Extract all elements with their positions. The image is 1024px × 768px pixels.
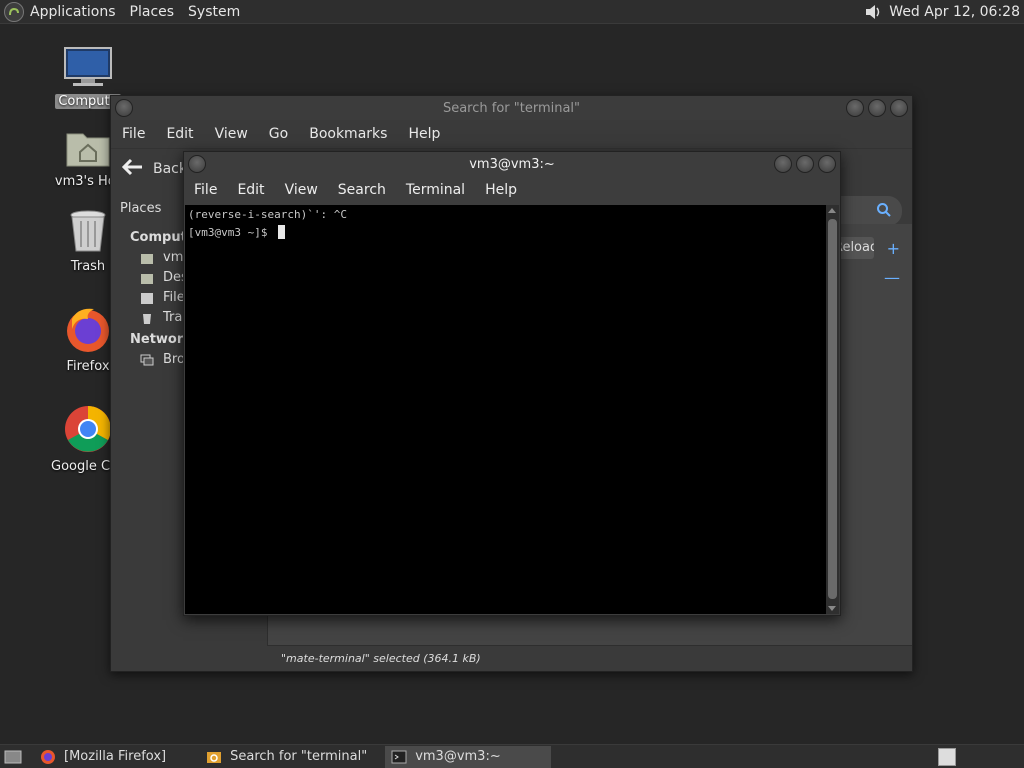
terminal-titlebar[interactable]: vm3@vm3:~ bbox=[184, 152, 840, 176]
applications-menu[interactable]: Applications bbox=[30, 4, 116, 20]
menu-file[interactable]: File bbox=[122, 126, 145, 142]
mate-logo-icon[interactable] bbox=[4, 1, 24, 22]
menu-edit[interactable]: Edit bbox=[166, 126, 193, 142]
menu-go[interactable]: Go bbox=[269, 126, 288, 142]
terminal-prompt: [vm3@vm3 ~]$ bbox=[188, 226, 275, 239]
menu-terminal[interactable]: Terminal bbox=[406, 182, 465, 198]
maximize-button[interactable] bbox=[868, 99, 886, 117]
minimize-button[interactable] bbox=[774, 155, 792, 173]
terminal-scrollbar[interactable] bbox=[826, 205, 839, 614]
top-panel: Applications Places System Wed Apr 12, 0… bbox=[0, 0, 1024, 24]
menu-bookmarks[interactable]: Bookmarks bbox=[309, 126, 387, 142]
workspace-switcher[interactable] bbox=[938, 748, 956, 766]
status-bar: "mate-terminal" selected (364.1 kB) bbox=[267, 645, 912, 671]
desktop-icon-label: Firefox bbox=[66, 359, 110, 374]
scroll-down-icon[interactable] bbox=[828, 606, 836, 611]
close-button[interactable] bbox=[890, 99, 908, 117]
terminal-output[interactable]: (reverse-i-search)`': ^C [vm3@vm3 ~]$ bbox=[185, 205, 827, 614]
search-icon[interactable] bbox=[876, 202, 892, 222]
menu-view[interactable]: View bbox=[285, 182, 318, 198]
terminal-window[interactable]: vm3@vm3:~ File Edit View Search Terminal… bbox=[183, 151, 841, 616]
task-terminal[interactable]: vm3@vm3:~ bbox=[385, 745, 552, 768]
file-manager-menubar: File Edit View Go Bookmarks Help bbox=[111, 120, 912, 148]
home-folder-icon bbox=[140, 251, 154, 265]
volume-icon[interactable] bbox=[863, 2, 883, 22]
menu-help[interactable]: Help bbox=[485, 182, 517, 198]
add-criterion-icon[interactable]: + bbox=[887, 239, 900, 258]
maximize-button[interactable] bbox=[796, 155, 814, 173]
drive-icon bbox=[140, 291, 154, 305]
terminal-menubar: File Edit View Search Terminal Help bbox=[184, 176, 840, 204]
file-manager-title: Search for "terminal" bbox=[442, 100, 581, 116]
terminal-title: vm3@vm3:~ bbox=[469, 156, 555, 172]
back-arrow-icon[interactable] bbox=[121, 157, 145, 181]
task-firefox[interactable]: [Mozilla Firefox] bbox=[34, 746, 172, 768]
terminal-prompt-line: [vm3@vm3 ~]$ bbox=[188, 224, 824, 242]
back-button[interactable]: Back bbox=[153, 161, 187, 177]
network-icon bbox=[140, 353, 154, 367]
window-menu-button[interactable] bbox=[115, 99, 133, 117]
menu-search[interactable]: Search bbox=[338, 182, 386, 198]
task-file-search[interactable]: Search for "terminal" bbox=[200, 746, 373, 768]
show-desktop-icon[interactable] bbox=[2, 747, 24, 767]
places-selector[interactable]: Places bbox=[120, 201, 161, 216]
scrollbar-thumb[interactable] bbox=[828, 219, 837, 599]
scroll-up-icon[interactable] bbox=[828, 208, 836, 213]
menu-help[interactable]: Help bbox=[408, 126, 440, 142]
firefox-icon bbox=[40, 749, 56, 765]
bottom-panel: [Mozilla Firefox] Search for "terminal" … bbox=[0, 744, 1024, 768]
file-manager-titlebar[interactable]: Search for "terminal" bbox=[111, 96, 912, 120]
search-field[interactable] bbox=[832, 196, 902, 226]
system-menu[interactable]: System bbox=[188, 4, 240, 20]
remove-criterion-icon[interactable]: — bbox=[884, 268, 900, 287]
computer-icon bbox=[48, 46, 128, 92]
places-menu[interactable]: Places bbox=[130, 4, 175, 20]
window-menu-button[interactable] bbox=[188, 155, 206, 173]
search-folder-icon bbox=[206, 749, 222, 765]
menu-view[interactable]: View bbox=[215, 126, 248, 142]
menu-edit[interactable]: Edit bbox=[237, 182, 264, 198]
desktop-icon-label: Trash bbox=[70, 259, 106, 274]
text-cursor bbox=[278, 225, 286, 239]
minimize-button[interactable] bbox=[846, 99, 864, 117]
clock[interactable]: Wed Apr 12, 06:28 bbox=[889, 4, 1020, 20]
close-button[interactable] bbox=[818, 155, 836, 173]
menu-file[interactable]: File bbox=[194, 182, 217, 198]
terminal-icon bbox=[391, 749, 407, 765]
terminal-line: (reverse-i-search)`': ^C bbox=[188, 208, 347, 221]
desktop-folder-icon bbox=[140, 271, 154, 285]
trash-icon bbox=[140, 311, 154, 325]
